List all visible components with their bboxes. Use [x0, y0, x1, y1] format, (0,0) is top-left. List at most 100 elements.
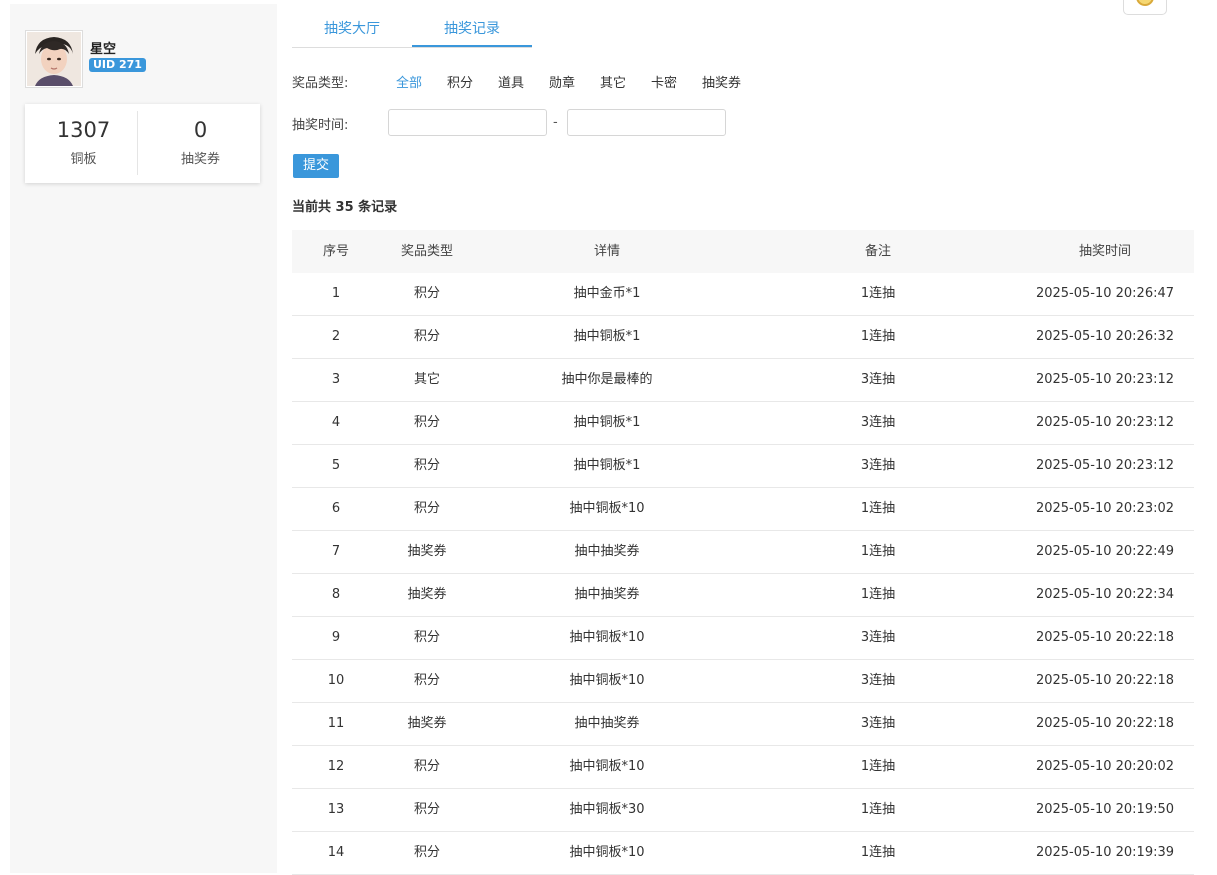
lottery-time-label: 抽奖时间: [292, 118, 349, 133]
stat-tickets: 0 抽奖券 [142, 104, 259, 183]
row-note: 1连抽 [860, 544, 896, 559]
user-stats-card: 1307 铜板 0 抽奖券 [25, 104, 260, 183]
type-filter-medals[interactable]: 勋章 [549, 72, 575, 91]
row-time: 2025-05-10 20:22:34 [1035, 587, 1175, 602]
type-filter-items[interactable]: 道具 [498, 72, 524, 91]
row-index: 10 [327, 673, 345, 688]
stat-coins: 1307 铜板 [25, 104, 142, 183]
row-note: 1连抽 [860, 845, 896, 860]
row-detail: 抽中铜板*30 [569, 802, 645, 817]
row-prize-type: 抽奖券 [407, 587, 447, 602]
table-row: 2 积分 抽中铜板*1 1连抽 2025-05-10 20:26:32 [292, 316, 1194, 359]
table-row: 5 积分 抽中铜板*1 3连抽 2025-05-10 20:23:12 [292, 445, 1194, 488]
table-row: 12 积分 抽中铜板*10 1连抽 2025-05-10 20:20:02 [292, 746, 1194, 789]
table-row: 6 积分 抽中铜板*10 1连抽 2025-05-10 20:23:02 [292, 488, 1194, 531]
row-note: 3连抽 [860, 372, 896, 387]
row-index: 4 [331, 415, 341, 430]
avatar-portrait-icon [27, 32, 81, 86]
type-filter-points[interactable]: 积分 [447, 72, 473, 91]
stat-coins-value: 1307 [56, 118, 111, 142]
row-prize-type: 积分 [413, 759, 440, 774]
row-index: 14 [327, 845, 345, 860]
row-index: 6 [331, 501, 341, 516]
row-note: 3连抽 [860, 673, 896, 688]
stat-tickets-value: 0 [193, 118, 208, 142]
table-row: 3 其它 抽中你是最棒的 3连抽 2025-05-10 20:23:12 [292, 359, 1194, 402]
row-index: 12 [327, 759, 345, 774]
type-filter-card-keys[interactable]: 卡密 [651, 72, 677, 91]
end-date-input[interactable] [567, 109, 726, 136]
row-note: 1连抽 [860, 501, 896, 516]
row-detail: 抽中铜板*10 [569, 759, 645, 774]
row-time: 2025-05-10 20:26:32 [1035, 329, 1175, 344]
row-detail: 抽中你是最棒的 [561, 372, 653, 387]
row-detail: 抽中铜板*1 [573, 329, 641, 344]
table-row: 14 积分 抽中铜板*10 1连抽 2025-05-10 20:19:39 [292, 832, 1194, 875]
row-time: 2025-05-10 20:23:12 [1035, 372, 1175, 387]
row-prize-type: 积分 [413, 458, 440, 473]
row-time: 2025-05-10 20:23:02 [1035, 501, 1175, 516]
row-detail: 抽中抽奖券 [574, 544, 640, 559]
tab-lottery-records[interactable]: 抽奖记录 [412, 14, 532, 47]
row-time: 2025-05-10 20:26:47 [1035, 286, 1175, 301]
row-index: 2 [331, 329, 341, 344]
row-index: 3 [331, 372, 341, 387]
row-prize-type: 积分 [413, 286, 440, 301]
row-index: 5 [331, 458, 341, 473]
type-filter-all[interactable]: 全部 [396, 72, 422, 91]
row-detail: 抽中抽奖券 [574, 587, 640, 602]
tab-lottery-hall[interactable]: 抽奖大厅 [292, 14, 412, 47]
user-avatar[interactable] [25, 30, 83, 88]
row-prize-type: 积分 [413, 415, 440, 430]
row-note: 3连抽 [860, 458, 896, 473]
header-detail: 详情 [593, 244, 620, 259]
table-body: 1 积分 抽中金币*1 1连抽 2025-05-10 20:26:47 2 积分 抽中铜板*1… [292, 273, 1194, 875]
row-detail: 抽中铜板*10 [569, 845, 645, 860]
row-note: 3连抽 [860, 415, 896, 430]
row-detail: 抽中铜板*1 [573, 458, 641, 473]
table-row: 4 积分 抽中铜板*1 3连抽 2025-05-10 20:23:12 [292, 402, 1194, 445]
row-detail: 抽中铜板*10 [569, 501, 645, 516]
stat-coins-label: 铜板 [70, 152, 97, 167]
row-note: 1连抽 [860, 587, 896, 602]
row-prize-type: 抽奖券 [407, 544, 447, 559]
stat-divider [137, 111, 138, 175]
type-filter-tickets[interactable]: 抽奖券 [702, 72, 741, 91]
table-row: 13 积分 抽中铜板*30 1连抽 2025-05-10 20:19:50 [292, 789, 1194, 832]
row-detail: 抽中铜板*1 [573, 415, 641, 430]
table-header: 序号 奖品类型 详情 备注 抽奖时间 [292, 230, 1194, 273]
prize-type-label: 奖品类型: [292, 76, 349, 91]
row-time: 2025-05-10 20:22:49 [1035, 544, 1175, 559]
table-row: 7 抽奖券 抽中抽奖券 1连抽 2025-05-10 20:22:49 [292, 531, 1194, 574]
row-detail: 抽中铜板*10 [569, 630, 645, 645]
row-prize-type: 积分 [413, 673, 440, 688]
row-note: 1连抽 [860, 802, 896, 817]
row-index: 11 [327, 716, 345, 731]
row-prize-type: 其它 [413, 372, 440, 387]
header-prize-type: 奖品类型 [400, 244, 453, 259]
row-index: 7 [331, 544, 341, 559]
row-index: 1 [331, 286, 341, 301]
user-name: 星空 [90, 42, 117, 57]
record-count: 当前共 35 条记录 [292, 200, 398, 215]
type-filter-other[interactable]: 其它 [600, 72, 626, 91]
table-row: 10 积分 抽中铜板*10 3连抽 2025-05-10 20:22:18 [292, 660, 1194, 703]
row-detail: 抽中铜板*10 [569, 673, 645, 688]
corner-coin-button[interactable] [1123, 0, 1167, 15]
row-time: 2025-05-10 20:23:12 [1035, 458, 1175, 473]
table-row: 8 抽奖券 抽中抽奖券 1连抽 2025-05-10 20:22:34 [292, 574, 1194, 617]
row-time: 2025-05-10 20:19:50 [1035, 802, 1175, 817]
uid-badge: UID 271 [89, 58, 146, 72]
table-row: 11 抽奖券 抽中抽奖券 3连抽 2025-05-10 20:22:18 [292, 703, 1194, 746]
start-date-input[interactable] [388, 109, 547, 136]
row-note: 3连抽 [860, 716, 896, 731]
header-note: 备注 [864, 244, 891, 259]
row-prize-type: 积分 [413, 845, 440, 860]
submit-button[interactable]: 提交 [293, 154, 339, 178]
row-prize-type: 积分 [413, 802, 440, 817]
table-row: 9 积分 抽中铜板*10 3连抽 2025-05-10 20:22:18 [292, 617, 1194, 660]
row-time: 2025-05-10 20:22:18 [1035, 716, 1175, 731]
row-detail: 抽中抽奖券 [574, 716, 640, 731]
records-table: 序号 奖品类型 详情 备注 抽奖时间 1 积分 抽中金币*1 1连抽 2025-05-1… [292, 230, 1194, 875]
table-row: 1 积分 抽中金币*1 1连抽 2025-05-10 20:26:47 [292, 273, 1194, 316]
